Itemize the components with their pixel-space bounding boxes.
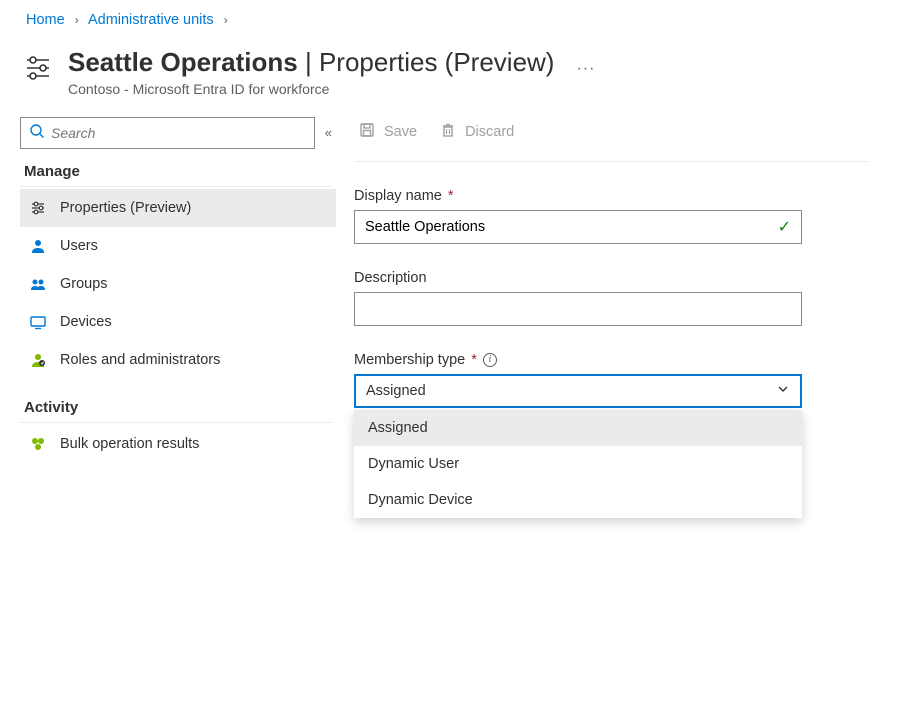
sidebar-item-label: Properties (Preview) — [60, 200, 191, 216]
breadcrumb-sep-end: › — [224, 13, 228, 27]
device-icon — [28, 313, 48, 331]
sidebar-search-input[interactable] — [51, 125, 306, 141]
main-content: Save Discard Display name * ✓ — [342, 115, 898, 470]
field-description: Description — [354, 270, 802, 326]
breadcrumb-sep: › — [75, 13, 79, 27]
description-input-wrap[interactable] — [354, 292, 802, 326]
description-input[interactable] — [365, 301, 791, 317]
display-name-label: Display name — [354, 188, 442, 204]
dropdown-option-dynamic-device[interactable]: Dynamic Device — [354, 482, 802, 518]
collapse-sidebar-button[interactable]: « — [325, 125, 332, 140]
sidebar-item-bulk[interactable]: Bulk operation results — [20, 425, 336, 463]
dropdown-option-dynamic-user[interactable]: Dynamic User — [354, 446, 802, 482]
info-icon[interactable]: i — [483, 353, 497, 367]
more-menu-button[interactable]: ··· — [576, 60, 595, 78]
page-title: Seattle Operations | Properties (Preview… — [68, 46, 554, 79]
sidebar-item-devices[interactable]: Devices — [20, 303, 336, 341]
search-icon — [29, 123, 45, 142]
settings-sliders-icon — [28, 199, 48, 217]
admin-icon — [28, 351, 48, 369]
sidebar: « Manage Properties (Preview) Users Grou… — [0, 115, 342, 470]
required-indicator: * — [448, 188, 454, 204]
sidebar-item-label: Devices — [60, 314, 112, 330]
field-membership-type: Membership type * i Assigned Assigned Dy… — [354, 352, 802, 470]
discard-label: Discard — [465, 124, 514, 140]
title-entity-name: Seattle Operations — [68, 47, 298, 77]
sidebar-section-activity: Activity — [24, 399, 342, 416]
save-button[interactable]: Save — [358, 121, 417, 143]
toolbar: Save Discard — [342, 115, 868, 161]
sidebar-item-label: Bulk operation results — [60, 436, 199, 452]
display-name-input-wrap[interactable]: ✓ — [354, 210, 802, 244]
sidebar-item-label: Users — [60, 238, 98, 254]
discard-button[interactable]: Discard — [439, 121, 514, 143]
dropdown-option-assigned[interactable]: Assigned — [354, 410, 802, 446]
bulk-results-icon — [28, 435, 48, 453]
sidebar-search-box[interactable] — [20, 117, 315, 149]
sidebar-item-roles[interactable]: Roles and administrators — [20, 341, 336, 379]
sidebar-item-properties[interactable]: Properties (Preview) — [20, 189, 336, 227]
sidebar-item-groups[interactable]: Groups — [20, 265, 336, 303]
save-label: Save — [384, 124, 417, 140]
sidebar-item-label: Roles and administrators — [60, 352, 220, 368]
divider — [20, 186, 332, 187]
divider — [354, 161, 868, 162]
title-page-name: Properties (Preview) — [319, 47, 555, 77]
sidebar-item-label: Groups — [60, 276, 108, 292]
membership-type-value: Assigned — [366, 383, 426, 399]
breadcrumb-home[interactable]: Home — [26, 12, 65, 28]
group-icon — [28, 275, 48, 293]
required-indicator: * — [471, 352, 477, 368]
membership-type-select[interactable]: Assigned — [354, 374, 802, 408]
page-subtitle: Contoso - Microsoft Entra ID for workfor… — [68, 81, 554, 97]
description-label: Description — [354, 270, 427, 286]
chevron-down-icon — [776, 382, 790, 400]
sidebar-section-manage: Manage — [24, 163, 342, 180]
membership-type-label: Membership type — [354, 352, 465, 368]
trash-icon — [439, 121, 457, 143]
display-name-input[interactable] — [365, 219, 778, 235]
save-icon — [358, 121, 376, 143]
user-icon — [28, 237, 48, 255]
breadcrumb-admin-units[interactable]: Administrative units — [88, 12, 214, 28]
divider — [20, 422, 332, 423]
breadcrumb: Home › Administrative units › — [0, 0, 898, 36]
validation-check-icon: ✓ — [778, 217, 791, 237]
membership-type-dropdown: Assigned Dynamic User Dynamic Device — [354, 410, 802, 518]
sidebar-item-users[interactable]: Users — [20, 227, 336, 265]
page-header: Seattle Operations | Properties (Preview… — [0, 36, 898, 115]
field-display-name: Display name * ✓ — [354, 188, 802, 244]
settings-sliders-icon — [22, 52, 54, 87]
